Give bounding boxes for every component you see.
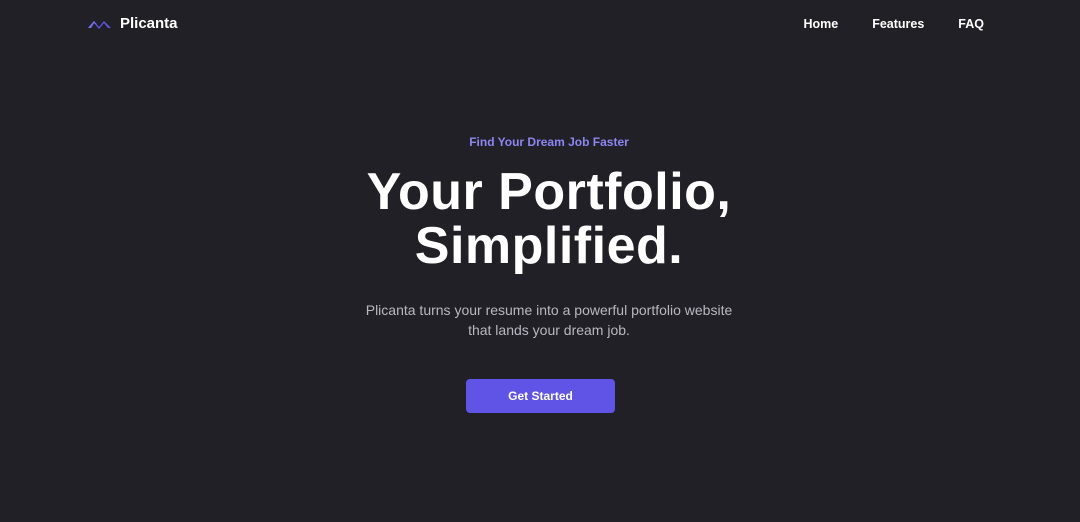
nav-link-faq[interactable]: FAQ — [958, 17, 984, 31]
nav-link-home[interactable]: Home — [803, 17, 838, 31]
brand-logo[interactable]: Plicanta — [87, 13, 178, 33]
hero-subtitle-line-2: that lands your dream job. — [468, 322, 630, 338]
logo-mark-icon — [88, 21, 111, 29]
hero-eyebrow: Find Your Dream Job Faster — [469, 135, 629, 149]
top-navigation: Plicanta Home Features FAQ — [0, 0, 1080, 50]
hero-subtitle: Plicanta turns your resume into a powerf… — [0, 300, 1080, 340]
hero-headline: Your Portfolio, Simplified. — [0, 165, 1080, 273]
nav-links: Home Features FAQ — [803, 17, 984, 31]
hero-headline-line-2: Simplified. — [414, 217, 684, 275]
brand-name: Plicanta — [120, 14, 178, 32]
hero-subtitle-line-1: Plicanta turns your resume into a powerf… — [365, 302, 733, 318]
hero-headline-line-1: Your Portfolio, — [366, 163, 732, 221]
nav-link-features[interactable]: Features — [872, 17, 924, 31]
get-started-button[interactable]: Get Started — [466, 379, 615, 413]
